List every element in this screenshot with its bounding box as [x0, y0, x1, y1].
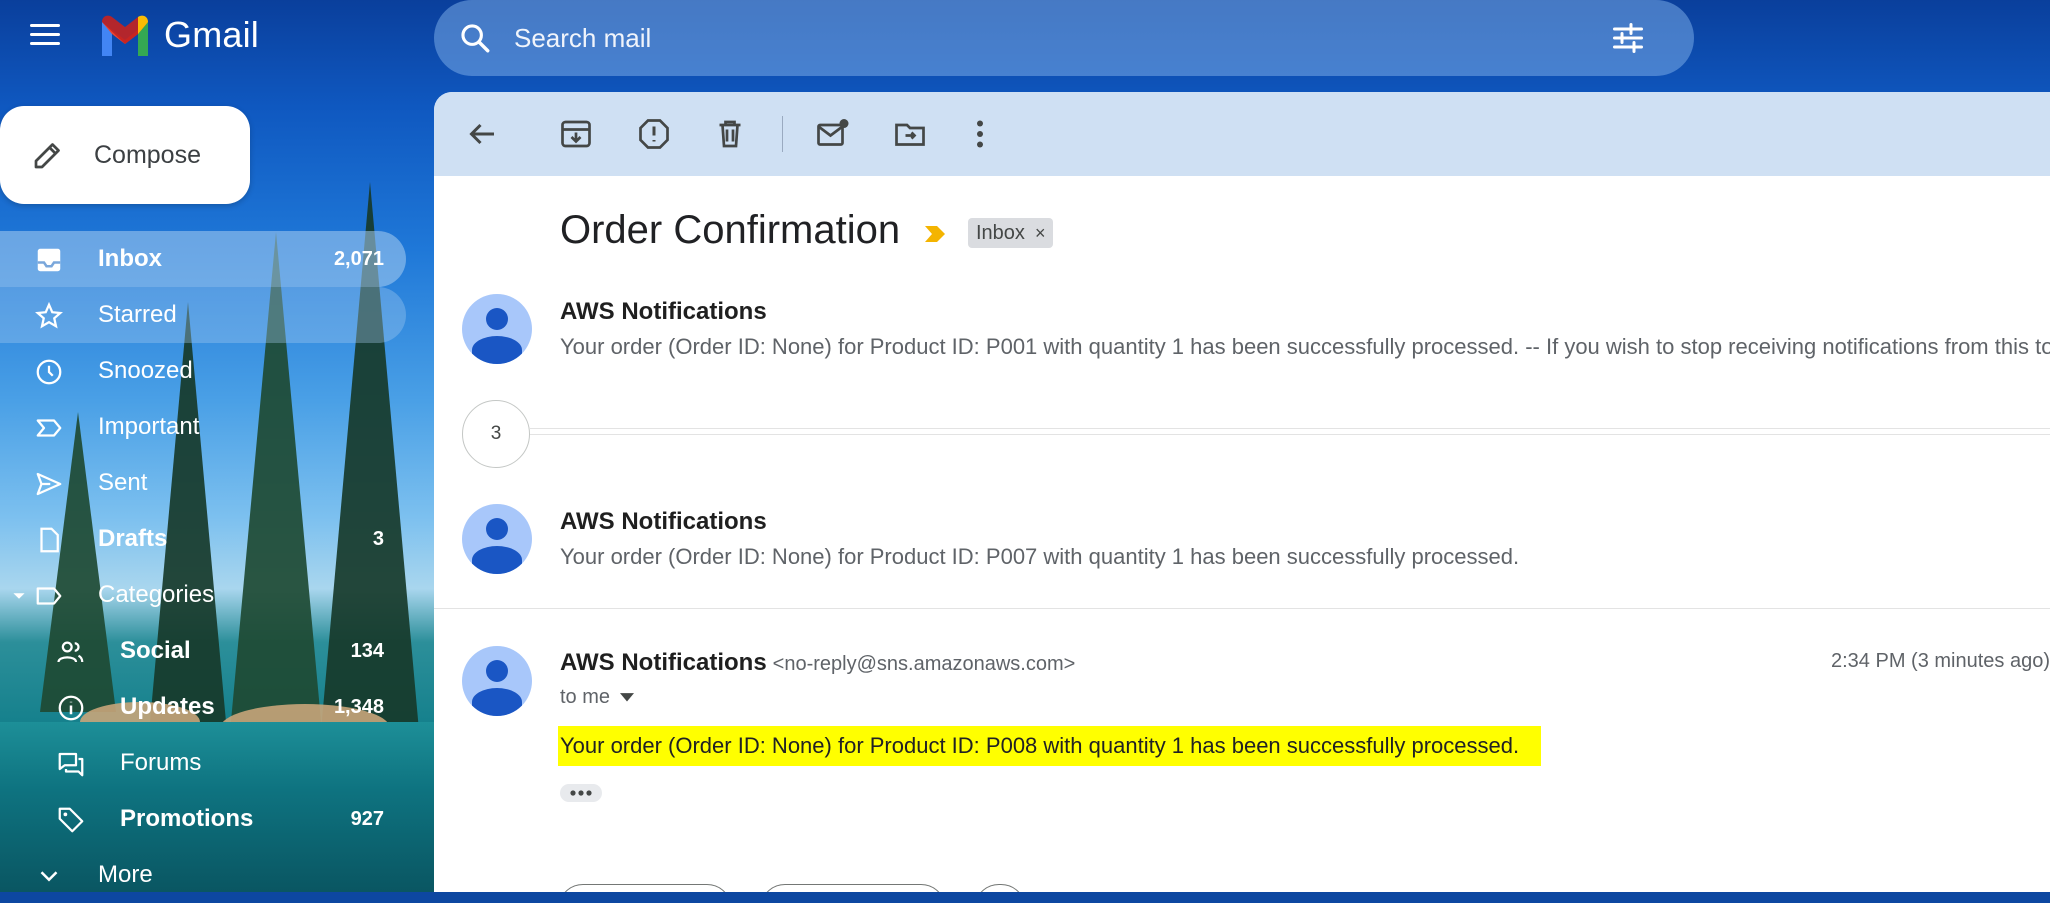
- avatar: [462, 646, 532, 716]
- caret-down-icon[interactable]: [12, 589, 26, 603]
- sidebar-item-important[interactable]: Important: [0, 399, 406, 455]
- email-subject: Order Confirmation: [560, 208, 901, 252]
- sidebar-item-label: Categories: [98, 581, 215, 608]
- importance-marker-icon[interactable]: [923, 224, 947, 244]
- forum-icon: [58, 752, 84, 777]
- sidebar-item-label: Important: [98, 413, 200, 440]
- compose-label: Compose: [94, 140, 201, 169]
- delete-icon[interactable]: [712, 116, 748, 152]
- sender-name[interactable]: AWS Notifications: [560, 298, 767, 326]
- label-icon: [36, 587, 62, 605]
- unread-count: 3: [372, 527, 384, 550]
- search-options-icon[interactable]: [1610, 20, 1646, 56]
- compose-button[interactable]: Compose: [0, 106, 250, 204]
- search-icon[interactable]: [458, 21, 492, 55]
- sidebar-item-forums[interactable]: Forums: [0, 735, 406, 791]
- message-body: Your order (Order ID: None) for Product …: [558, 726, 1542, 766]
- search-bar[interactable]: [434, 0, 1694, 76]
- sidebar-nav: Inbox 2,071 Starred Snoozed Important Se…: [0, 231, 406, 903]
- toolbar-divider: [782, 116, 783, 152]
- clock-icon: [36, 359, 62, 385]
- sidebar-item-promotions[interactable]: Promotions 927: [0, 791, 406, 847]
- search-input[interactable]: [512, 21, 1516, 55]
- sidebar-item-inbox[interactable]: Inbox 2,071: [0, 231, 406, 287]
- more-options-icon[interactable]: [962, 116, 998, 152]
- sidebar-item-more[interactable]: More: [0, 847, 406, 903]
- label-chip-text: Inbox: [976, 221, 1025, 244]
- sidebar-item-label: Starred: [98, 301, 177, 328]
- app-name: Gmail: [164, 14, 260, 55]
- sender-name[interactable]: AWS Notifications: [560, 508, 767, 536]
- chevron-down-icon: [40, 871, 58, 882]
- sidebar-item-label: Updates: [120, 693, 215, 720]
- mark-unread-icon[interactable]: [814, 116, 850, 152]
- label-chip-inbox[interactable]: Inbox ×: [968, 218, 1054, 248]
- back-arrow-icon[interactable]: [464, 116, 500, 152]
- email-view: Order Confirmation Inbox × AWS Notificat…: [434, 92, 2050, 892]
- message-timestamp: 2:34 PM (3 minutes ago): [1831, 650, 2050, 672]
- message-divider: [434, 608, 2050, 609]
- sidebar-item-drafts[interactable]: Drafts 3: [0, 511, 406, 567]
- ellipsis-icon: [570, 790, 592, 796]
- unread-count: 1,348: [333, 695, 384, 718]
- sender-email: <no-reply@sns.amazonaws.com>: [772, 653, 1076, 675]
- info-icon: [58, 695, 84, 721]
- collapsed-divider: [530, 428, 2050, 429]
- people-icon: [57, 641, 84, 663]
- inbox-icon: [37, 248, 61, 272]
- unread-count: 927: [350, 807, 384, 830]
- email-toolbar: [434, 92, 2050, 176]
- main-menu-button[interactable]: [30, 24, 60, 48]
- recipients-label: to me: [560, 686, 611, 708]
- emoji-reaction-button[interactable]: [974, 884, 1026, 892]
- sidebar-item-snoozed[interactable]: Snoozed: [0, 343, 406, 399]
- send-icon: [36, 472, 62, 496]
- avatar: [462, 504, 532, 574]
- collapsed-messages-button[interactable]: 3: [462, 400, 530, 468]
- message-snippet[interactable]: Your order (Order ID: None) for Product …: [560, 334, 2050, 360]
- draft-icon: [40, 527, 59, 553]
- recipients-details[interactable]: to me: [560, 686, 635, 709]
- important-icon: [36, 419, 62, 437]
- gmail-m-icon: [102, 15, 148, 56]
- sender-display-name: AWS Notifications: [560, 649, 767, 676]
- sender-name[interactable]: AWS Notifications <no-reply@sns.amazonaws…: [560, 649, 1075, 677]
- sidebar-item-label: More: [98, 861, 153, 888]
- show-trimmed-content-button[interactable]: [560, 784, 602, 802]
- sidebar-item-updates[interactable]: Updates 1,348: [0, 679, 406, 735]
- move-to-icon[interactable]: [892, 116, 928, 152]
- sidebar-item-sent[interactable]: Sent: [0, 455, 406, 511]
- tag-icon: [58, 807, 84, 833]
- unread-count: 134: [350, 639, 384, 662]
- pencil-icon: [34, 143, 60, 169]
- archive-icon[interactable]: [558, 116, 594, 152]
- sidebar-item-label: Social: [120, 637, 191, 664]
- avatar: [462, 294, 532, 364]
- sidebar-item-label: Drafts: [98, 525, 168, 552]
- message-snippet[interactable]: Your order (Order ID: None) for Product …: [560, 544, 1519, 570]
- sidebar-item-social[interactable]: Social 134: [0, 623, 406, 679]
- reply-button[interactable]: [558, 884, 732, 892]
- sidebar-item-label: Promotions: [120, 805, 254, 832]
- unread-count: 2,071: [333, 247, 384, 270]
- sidebar-item-label: Forums: [120, 749, 202, 776]
- sidebar-item-categories[interactable]: Categories: [0, 567, 406, 623]
- forward-button[interactable]: [760, 884, 946, 892]
- caret-down-icon[interactable]: [620, 692, 635, 703]
- sidebar-item-starred[interactable]: Starred: [0, 287, 406, 343]
- gmail-logo[interactable]: Gmail: [98, 14, 259, 56]
- collapsed-divider: [530, 434, 2050, 435]
- sidebar-item-label: Snoozed: [98, 357, 193, 384]
- sidebar-item-label: Sent: [98, 469, 148, 496]
- report-spam-icon[interactable]: [636, 116, 672, 152]
- star-icon: [35, 301, 63, 329]
- sidebar-item-label: Inbox: [98, 245, 162, 272]
- remove-label-icon[interactable]: ×: [1035, 223, 1046, 244]
